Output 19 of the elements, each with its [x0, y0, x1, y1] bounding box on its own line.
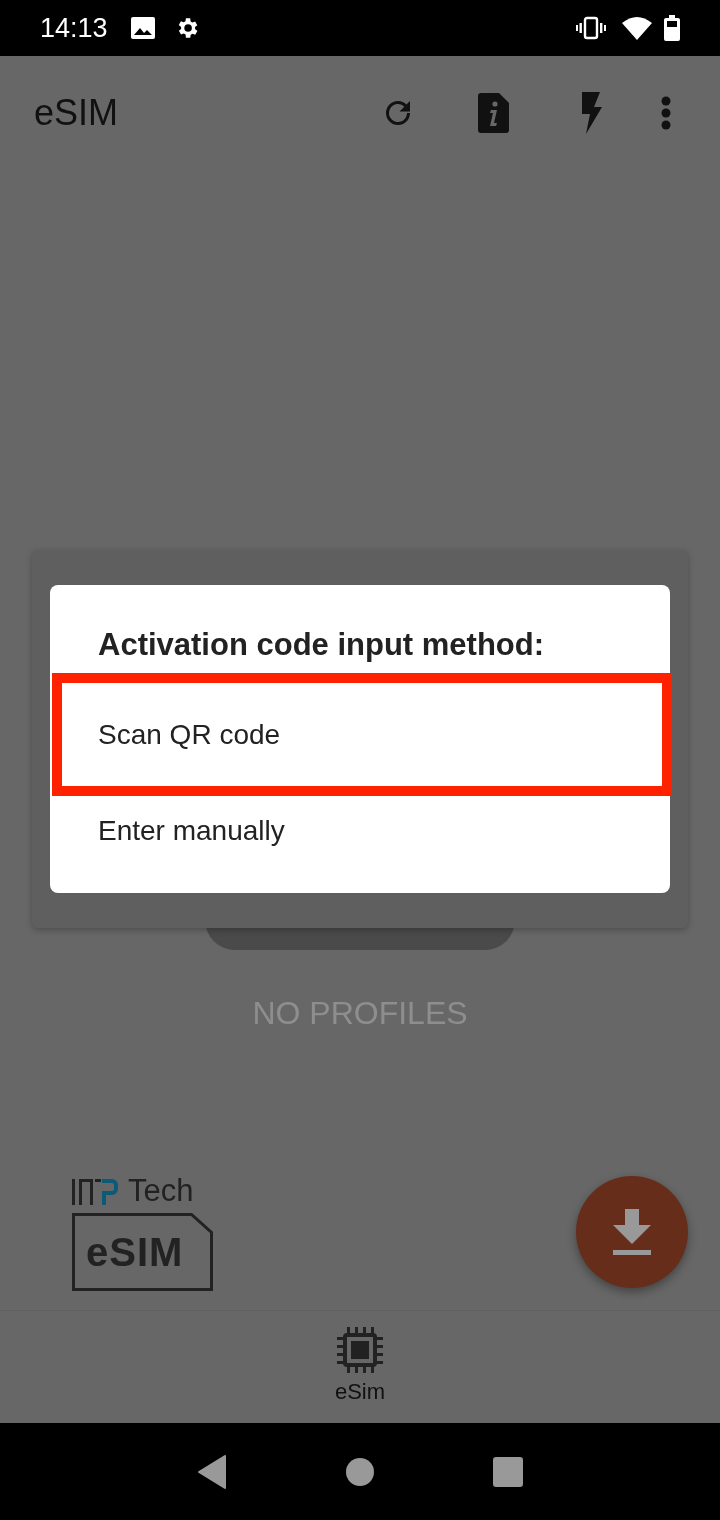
vibrate-icon — [576, 16, 606, 40]
image-icon — [129, 16, 156, 40]
home-button[interactable] — [345, 1456, 375, 1487]
battery-icon — [664, 15, 680, 41]
dialog-option[interactable]: Scan QR code — [62, 687, 662, 783]
status-time: 14:13 — [40, 11, 108, 45]
info-icon — [478, 93, 510, 133]
dialog-option[interactable]: Enter manually — [62, 783, 662, 879]
back-button[interactable] — [197, 1454, 227, 1489]
logo-brand-text: Tech — [128, 1175, 194, 1207]
download-button[interactable] — [576, 1176, 688, 1288]
sim-card-logo: eSIM — [72, 1213, 213, 1291]
recents-button[interactable] — [493, 1456, 523, 1487]
download-icon — [612, 1209, 652, 1255]
more-icon — [661, 96, 671, 130]
wifi-icon — [622, 16, 652, 40]
app-title: eSIM — [34, 91, 120, 135]
dialog-title: Activation code input method: — [97, 626, 546, 664]
chip-icon — [335, 1325, 385, 1375]
